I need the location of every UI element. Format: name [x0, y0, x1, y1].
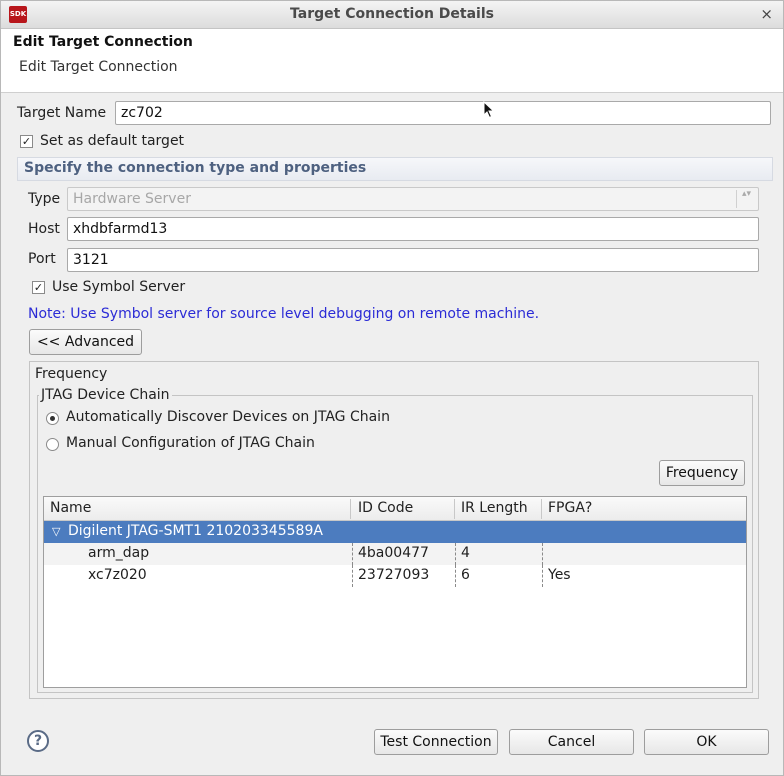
cell-separator [455, 543, 456, 565]
type-label: Type [28, 191, 61, 207]
target-name-input[interactable]: zc702 [115, 101, 771, 125]
table-row[interactable]: arm_dap 4ba00477 4 [44, 543, 746, 565]
column-header-fpga[interactable]: FPGA? [548, 500, 592, 516]
cell-separator [352, 565, 353, 587]
row-id-code: 4ba00477 [358, 545, 429, 561]
banner-title: Edit Target Connection [13, 34, 193, 50]
column-separator [454, 499, 455, 519]
type-select-value: Hardware Server [73, 191, 191, 207]
jtag-device-table[interactable]: Name ID Code IR Length FPGA? ▽ Digilent … [43, 496, 747, 688]
frequency-group-title: Frequency [35, 366, 108, 382]
row-ir-length: 6 [461, 567, 470, 583]
symbol-server-checkbox[interactable]: ✓ [32, 281, 45, 294]
advanced-button[interactable]: << Advanced [29, 329, 142, 355]
cell-separator [352, 543, 353, 565]
column-header-id-code[interactable]: ID Code [358, 500, 413, 516]
manual-config-radio[interactable] [46, 438, 59, 451]
row-ir-length: 4 [461, 545, 470, 561]
banner-subtitle: Edit Target Connection [19, 59, 178, 75]
close-icon[interactable]: × [760, 5, 773, 23]
table-row[interactable]: xc7z020 23727093 6 Yes [44, 565, 746, 587]
auto-discover-label: Automatically Discover Devices on JTAG C… [66, 409, 390, 425]
target-connection-dialog: SDK Target Connection Details × Edit Tar… [0, 0, 784, 776]
cell-separator [542, 543, 543, 565]
connection-section-header: Specify the connection type and properti… [17, 157, 773, 181]
test-connection-button[interactable]: Test Connection [374, 729, 498, 755]
symbol-server-label: Use Symbol Server [52, 279, 186, 295]
row-id-code: 23727093 [358, 567, 430, 583]
select-arrows-icon: ▴▾ [736, 190, 756, 208]
port-input[interactable]: 3121 [67, 248, 759, 272]
header-banner: Edit Target Connection Edit Target Conne… [1, 29, 783, 93]
cancel-button[interactable]: Cancel [509, 729, 634, 755]
column-separator [350, 499, 351, 519]
target-name-label: Target Name [17, 105, 107, 121]
table-header: Name ID Code IR Length FPGA? [44, 497, 746, 521]
frequency-button[interactable]: Frequency [659, 460, 745, 486]
port-label: Port [28, 251, 56, 267]
expand-triangle-icon[interactable]: ▽ [52, 525, 60, 538]
row-fpga: Yes [548, 567, 571, 583]
column-separator [541, 499, 542, 519]
row-name: Digilent JTAG-SMT1 210203345589A [68, 523, 323, 539]
row-name: xc7z020 [88, 567, 147, 583]
help-icon[interactable]: ? [27, 730, 49, 752]
host-label: Host [28, 221, 60, 237]
manual-config-label: Manual Configuration of JTAG Chain [66, 435, 315, 451]
title-bar: SDK Target Connection Details × [1, 1, 783, 29]
auto-discover-radio[interactable] [46, 412, 59, 425]
column-header-ir-length[interactable]: IR Length [461, 500, 528, 516]
window-title: Target Connection Details [290, 6, 494, 22]
column-header-name[interactable]: Name [50, 500, 91, 516]
type-select: Hardware Server ▴▾ [67, 187, 759, 211]
symbol-server-note: Note: Use Symbol server for source level… [28, 306, 540, 322]
default-target-label: Set as default target [40, 133, 185, 149]
host-input[interactable]: xhdbfarmd13 [67, 217, 759, 241]
ok-button[interactable]: OK [644, 729, 769, 755]
mouse-cursor-icon [483, 101, 495, 119]
default-target-checkbox[interactable]: ✓ [20, 135, 33, 148]
cell-separator [542, 565, 543, 587]
jtag-group-title: JTAG Device Chain [39, 387, 172, 403]
cell-separator [455, 565, 456, 587]
row-name: arm_dap [88, 545, 150, 561]
table-row[interactable]: ▽ Digilent JTAG-SMT1 210203345589A [44, 521, 746, 543]
